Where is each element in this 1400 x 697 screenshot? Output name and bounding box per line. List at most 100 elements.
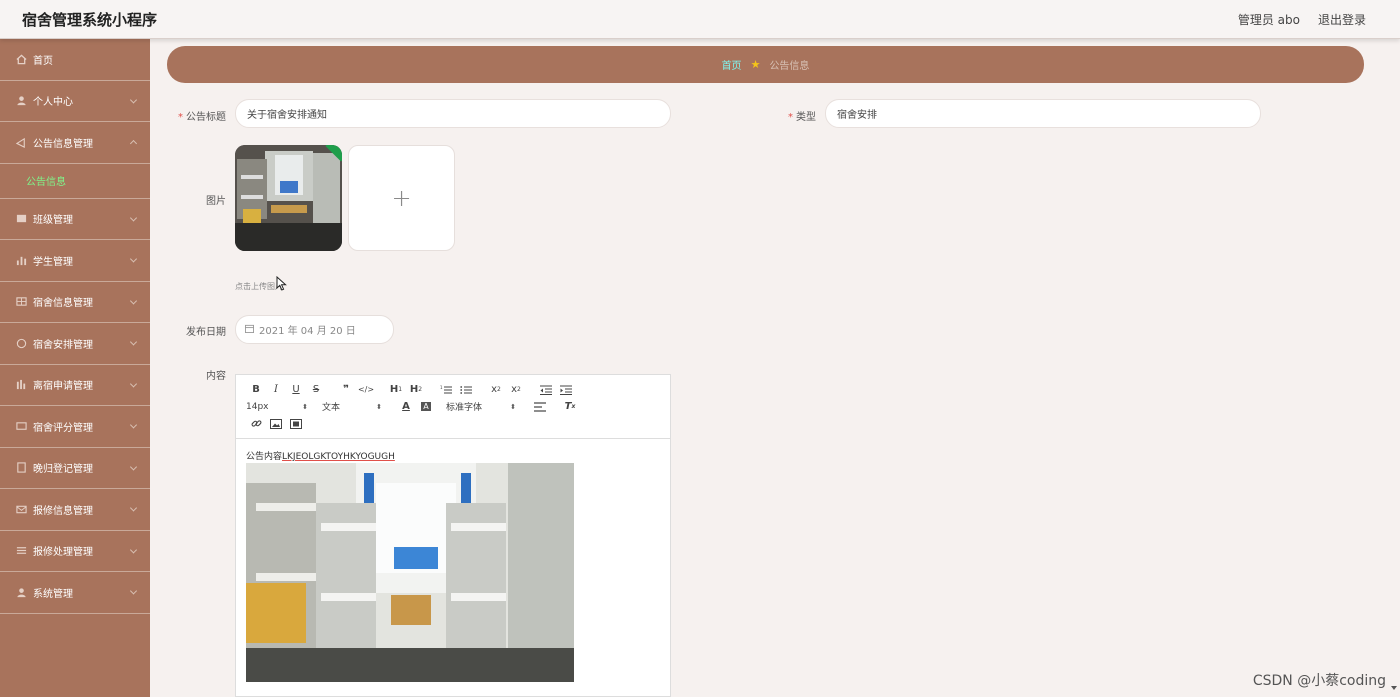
image-icon[interactable] [266, 416, 286, 431]
image-label: 图片 [206, 196, 226, 207]
breadcrumb-current: 公告信息 [769, 61, 810, 72]
sidebar-item-leave-apply[interactable]: 离宿申请管理 [0, 365, 150, 406]
video-icon[interactable] [286, 416, 306, 431]
content-image [246, 463, 574, 682]
envelope-icon [15, 503, 27, 515]
content-text: 公告内容LKJEOLGKTOYHKYOGUGH [246, 452, 395, 462]
chevron-down-icon [129, 587, 138, 595]
chevron-down-icon [129, 297, 138, 305]
app-title: 宿舍管理系统小程序 [22, 11, 158, 29]
sidebar-item-profile[interactable]: 个人中心 [0, 81, 150, 122]
bold-icon[interactable]: B [246, 382, 266, 397]
scroll-down-arrow-icon[interactable] [1391, 686, 1397, 690]
chevron-down-icon [129, 214, 138, 222]
calendar-icon [245, 324, 254, 336]
chart-icon [15, 379, 27, 391]
format-select[interactable]: 文本 ⬍ [322, 400, 382, 414]
sidebar-item-repair-handle[interactable]: 报修处理管理 [0, 531, 150, 572]
svg-text:1: 1 [440, 385, 443, 390]
sidebar-item-dorm-info[interactable]: 宿舍信息管理 [0, 282, 150, 323]
chevron-down-icon [129, 546, 138, 554]
blockquote-icon[interactable]: ❞ [336, 382, 356, 397]
superscript-icon[interactable]: x2 [506, 382, 526, 397]
chevron-down-icon [129, 338, 138, 346]
chevron-down-icon [129, 96, 138, 104]
ordered-list-icon[interactable]: 1 [436, 382, 456, 397]
menu-icon [15, 545, 27, 557]
heading2-icon[interactable]: H2 [406, 382, 426, 397]
select-arrows-icon: ⬍ [376, 402, 382, 411]
type-input[interactable]: 宿舍安排 [825, 99, 1261, 128]
font-color-icon[interactable]: A [396, 399, 416, 414]
dorm-room-thumbnail-image [235, 145, 342, 251]
subscript-icon[interactable]: x2 [486, 382, 506, 397]
chevron-down-icon [129, 255, 138, 263]
chevron-down-icon [129, 421, 138, 429]
editor-toolbar: B I U S ❞ </> H1 H2 1 x2 x2 14px ⬍ 文本 ⬍ A … [236, 375, 670, 439]
italic-icon[interactable]: I [266, 382, 286, 397]
chevron-down-icon [129, 463, 138, 471]
sidebar-subitem-notice[interactable]: 公告信息 [0, 163, 150, 199]
sidebar-item-system[interactable]: 系统管理 [0, 572, 150, 614]
star-icon: ★ [750, 58, 761, 71]
vertical-scrollbar[interactable] [1391, 40, 1397, 690]
add-image-button[interactable]: + [348, 145, 455, 251]
circle-icon [15, 337, 27, 349]
sidebar-item-dorm-score[interactable]: 宿舍评分管理 [0, 406, 150, 448]
sidebar-item-repair-info[interactable]: 报修信息管理 [0, 489, 150, 531]
underline-icon[interactable]: U [286, 382, 306, 397]
date-value: 2021 年 04 月 20 日 [259, 326, 356, 337]
align-icon[interactable] [530, 399, 550, 414]
background-color-icon[interactable]: A [416, 399, 436, 414]
sidebar-item-student[interactable]: 学生管理 [0, 240, 150, 282]
title-input[interactable]: 关于宿舍安排通知 [235, 99, 671, 128]
chevron-down-icon [129, 380, 138, 388]
sidebar-item-class[interactable]: 班级管理 [0, 199, 150, 240]
sidebar: 首页 个人中心 公告信息管理 公告信息 班级管理 学生管理 宿舍信息管理 宿舍安… [0, 39, 150, 697]
sidebar-item-home[interactable]: 首页 [0, 39, 150, 81]
logout-link[interactable]: 退出登录 [1318, 11, 1366, 28]
chevron-down-icon [129, 504, 138, 512]
grid-icon [15, 296, 27, 308]
top-header: 宿舍管理系统小程序 管理员 abo 退出登录 [0, 0, 1400, 39]
breadcrumb: 首页 ★ 公告信息 [167, 46, 1364, 83]
heading1-icon[interactable]: H1 [386, 382, 406, 397]
megaphone-icon [15, 136, 27, 148]
clear-format-icon[interactable]: Tx [560, 399, 580, 414]
indent-icon[interactable] [556, 382, 576, 397]
type-label: * 类型 [788, 112, 816, 123]
person-icon [15, 586, 27, 598]
bullet-list-icon[interactable] [456, 382, 476, 397]
sidebar-item-dorm-arrange[interactable]: 宿舍安排管理 [0, 323, 150, 365]
header-actions: 管理员 abo 退出登录 [1238, 11, 1366, 28]
link-icon[interactable] [246, 416, 266, 431]
title-label: * 公告标题 [178, 112, 226, 123]
sidebar-item-late-return[interactable]: 晚归登记管理 [0, 448, 150, 489]
outdent-icon[interactable] [536, 382, 556, 397]
dorm-room-photo [246, 463, 574, 682]
code-block-icon[interactable]: </> [356, 382, 376, 397]
date-label: 发布日期 [186, 327, 226, 338]
current-user: 管理员 abo [1237, 13, 1300, 27]
publish-date-picker[interactable]: 2021 年 04 月 20 日 [235, 315, 394, 344]
home-icon [15, 53, 27, 65]
plus-icon: + [391, 184, 412, 212]
watermark: CSDN @小蔡coding [1252, 673, 1386, 689]
user-icon [15, 95, 27, 107]
mouse-cursor-icon [276, 276, 287, 291]
sidebar-item-notice-management[interactable]: 公告信息管理 [0, 122, 150, 164]
select-arrows-icon: ⬍ [510, 402, 516, 411]
strikethrough-icon[interactable]: S [306, 382, 326, 397]
select-arrows-icon: ⬍ [302, 402, 308, 411]
message-icon [15, 420, 27, 432]
rich-text-editor[interactable]: B I U S ❞ </> H1 H2 1 x2 x2 14px ⬍ 文本 ⬍ A … [235, 374, 671, 697]
font-family-select[interactable]: 标准字体 ⬍ [446, 400, 516, 414]
font-size-select[interactable]: 14px ⬍ [246, 402, 308, 412]
chevron-up-icon [129, 140, 138, 148]
list-icon [15, 213, 27, 225]
content-label: 内容 [206, 371, 226, 382]
bar-chart-icon [15, 254, 27, 266]
editor-content[interactable]: 公告内容LKJEOLGKTOYHKYOGUGH [236, 439, 670, 692]
uploaded-image-thumbnail[interactable] [235, 145, 342, 251]
breadcrumb-home[interactable]: 首页 [722, 57, 742, 72]
